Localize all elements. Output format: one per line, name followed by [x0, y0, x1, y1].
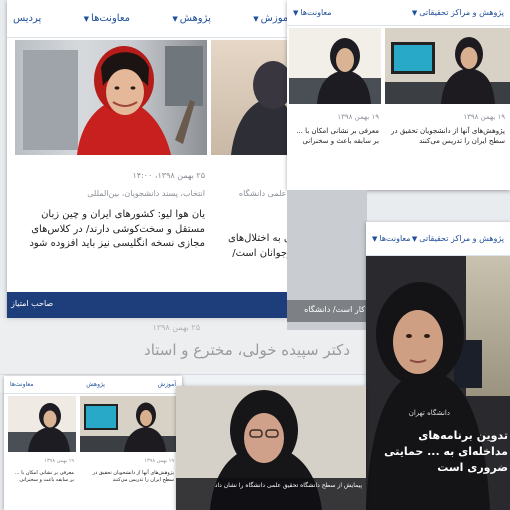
chevron-down-icon: ▼: [83, 14, 90, 23]
video-caption: تدوین برنامه‌های مداخله‌ای به ... حمایتی…: [384, 429, 508, 474]
overlay-caption: کار است/ دانشگاه: [304, 305, 365, 314]
bl-card-a-date: ۱۹ بهمن ۱۳۹۸: [44, 458, 74, 464]
woman-black-hijab: [289, 38, 381, 104]
card-a-date: ۱۹ بهمن ۱۳۹۸: [337, 113, 379, 121]
nav-item-education[interactable]: آموزش: [158, 381, 176, 388]
chevron-down-icon: ▼: [372, 234, 378, 243]
nav-item-deputies[interactable]: معاونت‌ها ▼: [372, 234, 411, 243]
video-frame[interactable]: دانشگاه تهران تدوین برنامه‌های مداخله‌ای…: [366, 256, 510, 510]
nav-item-research[interactable]: پژوهش ▼: [172, 13, 211, 24]
nav-item-research[interactable]: پژوهش: [86, 381, 105, 388]
card-b-date: ۱۹ بهمن ۱۳۹۸: [463, 113, 505, 121]
chevron-down-icon: ▼: [293, 8, 299, 17]
bl-card-b-photo[interactable]: [80, 396, 178, 452]
top-right-screenshot: پژوهش و مراکز تحقیقاتی ▼ معاونت‌ها ▼ ۱۹ به…: [287, 0, 510, 190]
footer-bar: صاحب امتیاز: [7, 292, 297, 318]
woman-red-hijab: [77, 46, 195, 155]
bottom-center-video-screenshot: پیمایش از سطح دانشگاه تحقیق علمی دانشگاه…: [176, 386, 366, 510]
nav-item-deputies[interactable]: معاونت‌ها ▼: [293, 8, 332, 17]
second-article-headline[interactable]: بی به اختلال‌های نوجوانان است/: [211, 232, 295, 261]
woman-at-computer: [80, 402, 178, 452]
nav-item-deputies[interactable]: معاونت‌ها: [10, 381, 33, 388]
nav-label: معاونت‌ها: [91, 13, 131, 24]
nav-label: معاونت‌ها: [300, 8, 332, 17]
nav-label: پژوهش و مراکز تحقیقاتی: [419, 234, 504, 243]
nav-label: آموزش: [157, 381, 176, 388]
nav-label: پژوهش و مراکز تحقیقاتی: [419, 8, 504, 17]
bl-card-a-body[interactable]: معرفی بر نشانی امکان با ... بر سابقه باع…: [10, 470, 74, 485]
nav-label: پژوهش: [86, 381, 105, 388]
article-photo[interactable]: [15, 40, 207, 155]
nav-label: پردیس: [13, 13, 42, 24]
nav-item-research-centers[interactable]: پژوهش و مراکز تحقیقاتی ▼: [412, 8, 504, 17]
bl-card-b-date: ۱۹ بهمن ۱۳۹۸: [144, 458, 174, 464]
nav-item-education[interactable]: آموزش ▼: [253, 13, 291, 24]
bl-card-b-body[interactable]: پژوهش‌های آنها از دانشجویان تحقیق در سطح…: [82, 470, 174, 485]
chevron-down-icon: ▼: [172, 14, 178, 23]
mid-headline: دکتر سپیده خولی، مخترع و استاد: [144, 341, 350, 359]
top-right-nav: پژوهش و مراکز تحقیقاتی ▼ معاونت‌ها ▼: [287, 0, 510, 26]
chevron-down-icon: ▼: [411, 8, 418, 17]
nav-label: معاونت‌ها: [10, 381, 34, 388]
overlay-video-region: کار است/ دانشگاه: [287, 190, 367, 330]
chevron-down-icon: ▼: [411, 234, 418, 243]
article-date: ۲۵ بهمن ۱۳۹۸، ۱۴:۰۰: [132, 171, 205, 180]
main-page-screenshot: آموزش ▼ پژوهش ▼ معاونت‌ها ▼ پردیس ۲۵ بهمن ۱…: [7, 0, 297, 318]
nav-item-campus[interactable]: پردیس: [13, 13, 41, 24]
right-nav: پژوهش و مراکز تحقیقاتی ▼ معاونت‌ها ▼: [366, 222, 510, 256]
nav-label: پژوهش: [179, 13, 211, 24]
second-article-photo[interactable]: [211, 40, 297, 155]
woman-black-hijab: [8, 403, 76, 452]
woman-at-computer: [385, 37, 510, 104]
main-nav: آموزش ▼ پژوهش ▼ معاونت‌ها ▼ پردیس: [7, 0, 297, 38]
bottom-left-nav: آموزش پژوهش معاونت‌ها: [4, 376, 182, 394]
article-headline[interactable]: یان هوا لیو: کشورهای ایران و چین زبان مس…: [23, 208, 205, 252]
person-dark-hijab: [231, 61, 297, 155]
card-b-photo[interactable]: [385, 28, 510, 104]
nav-label: معاونت‌ها: [379, 234, 411, 243]
mid-date: ۲۵ بهمن ۱۳۹۸: [152, 323, 201, 332]
second-article-tag[interactable]: از علمی دانشگاه: [211, 188, 295, 200]
nav-item-research-centers[interactable]: پژوهش و مراکز تحقیقاتی ▼: [412, 234, 504, 243]
footer-bar-text: صاحب امتیاز: [11, 299, 54, 308]
chevron-down-icon: ▼: [253, 14, 259, 23]
bottom-caption: پیمایش از سطح دانشگاه تحقیق علمی دانشگاه…: [214, 482, 362, 489]
nav-item-deputies[interactable]: معاونت‌ها ▼: [84, 13, 130, 24]
bl-card-a-photo[interactable]: [8, 396, 76, 452]
article-category[interactable]: انتخاب، پسند دانشجویان، بین‌المللی: [15, 188, 205, 200]
card-b-body[interactable]: پژوهش‌های آنها از دانشجویان تحقیق در سطح…: [387, 126, 505, 146]
card-a-photo[interactable]: [289, 28, 381, 104]
video-caption-small: دانشگاه تهران: [408, 409, 450, 417]
bottom-left-screenshot: آموزش پژوهش معاونت‌ها ۱۹ بهمن ۱۳۹۸ معرفی…: [4, 376, 182, 510]
card-a-body[interactable]: معرفی بر نشانی امکان با ... بر سابقه باع…: [291, 126, 379, 146]
right-video-screenshot: پژوهش و مراکز تحقیقاتی ▼ معاونت‌ها ▼ دانشگ…: [366, 222, 510, 510]
